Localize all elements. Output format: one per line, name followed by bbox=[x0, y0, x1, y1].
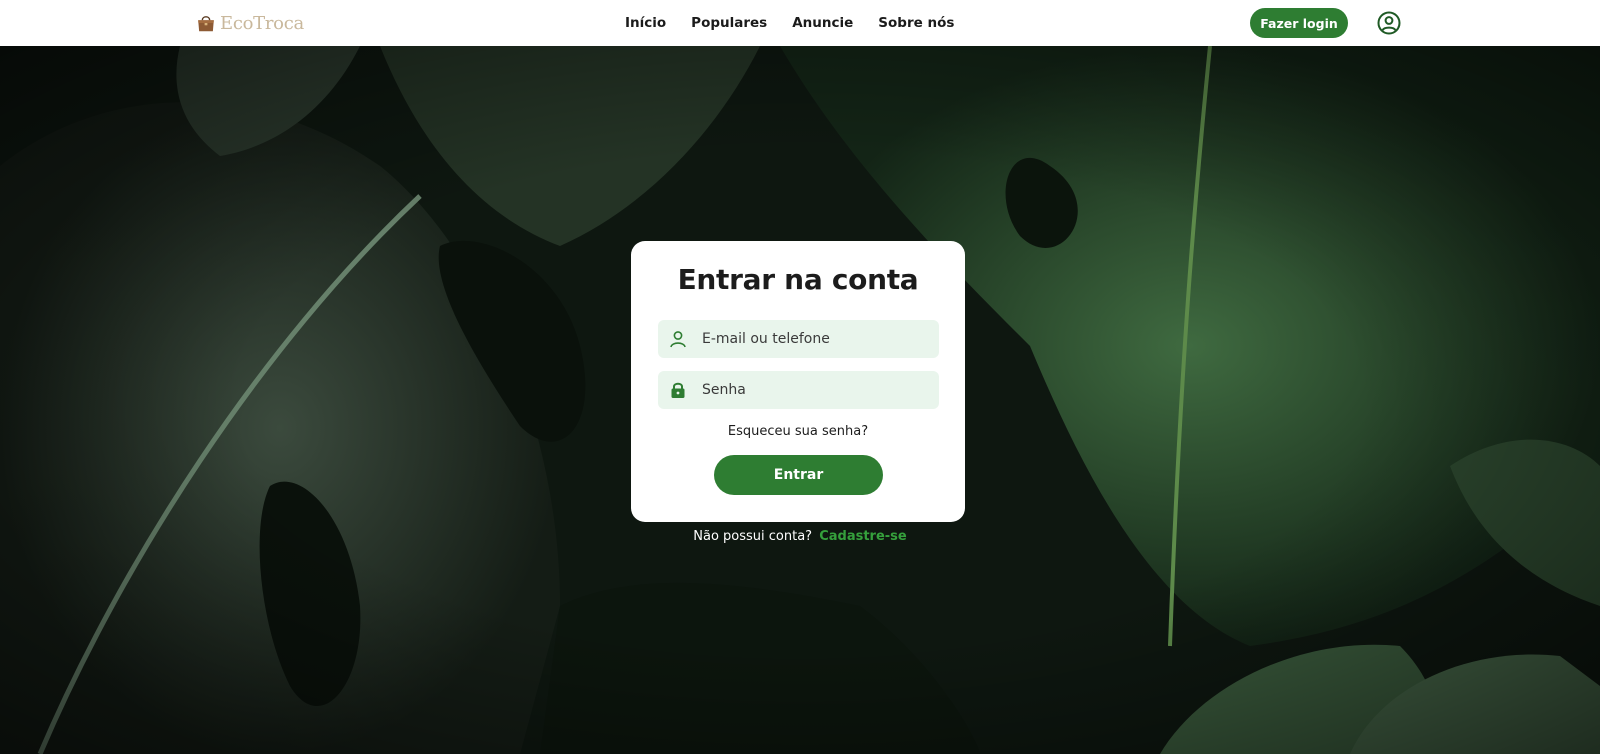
login-card: Entrar na conta Esqueceu sua senha? Entr… bbox=[631, 241, 965, 522]
nav-link-populares[interactable]: Populares bbox=[691, 14, 767, 32]
password-input[interactable] bbox=[702, 371, 932, 409]
user-circle-icon[interactable] bbox=[1377, 11, 1401, 35]
signup-prompt: Não possui conta? Cadastre-se bbox=[0, 529, 1600, 544]
nav-link-anuncie[interactable]: Anuncie bbox=[792, 14, 853, 32]
login-title: Entrar na conta bbox=[677, 263, 919, 296]
email-input[interactable] bbox=[702, 320, 932, 358]
signup-link[interactable]: Cadastre-se bbox=[819, 529, 907, 544]
handbag-icon bbox=[195, 12, 217, 34]
header-login-button[interactable]: Fazer login bbox=[1250, 8, 1348, 38]
top-navbar: EcoTroca Início Populares Anuncie Sobre … bbox=[0, 0, 1600, 46]
brand-name: EcoTroca bbox=[220, 12, 304, 34]
no-account-text: Não possui conta? bbox=[693, 529, 813, 544]
user-icon bbox=[668, 329, 688, 349]
password-field-wrapper bbox=[658, 371, 939, 409]
brand-logo[interactable]: EcoTroca bbox=[195, 11, 304, 35]
login-submit-button[interactable]: Entrar bbox=[714, 455, 883, 495]
email-field-wrapper bbox=[658, 320, 939, 358]
lock-icon bbox=[668, 380, 688, 400]
main-nav: Início Populares Anuncie Sobre nós bbox=[625, 14, 979, 32]
nav-link-sobre-nos[interactable]: Sobre nós bbox=[878, 14, 954, 32]
nav-link-inicio[interactable]: Início bbox=[625, 14, 666, 32]
forgot-password-link[interactable]: Esqueceu sua senha? bbox=[631, 424, 965, 439]
